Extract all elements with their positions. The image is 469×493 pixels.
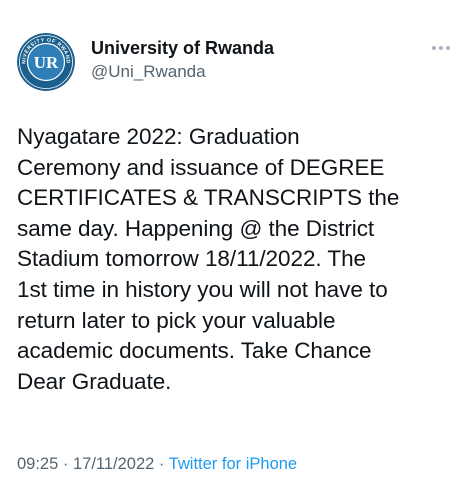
- tweet-line: 1st time in history you will not have to: [17, 276, 388, 302]
- tweet-line: return later to pick your valuable: [17, 307, 336, 333]
- avatar-monogram: UR: [34, 53, 59, 72]
- meta-separator: ·: [154, 455, 169, 473]
- tweet-time[interactable]: 09:25: [17, 455, 58, 473]
- author-handle[interactable]: @Uni_Rwanda: [91, 62, 206, 82]
- tweet-line: Nyagatare 2022: Graduation: [17, 124, 300, 149]
- tweet-line: CERTIFICATES & TRANSCRIPTS the: [17, 185, 400, 211]
- tweet-card: UNIVERSITY OF RWANDA UR University of Rw…: [0, 0, 469, 493]
- tweet-date[interactable]: 17/11/2022: [73, 455, 154, 473]
- tweet-metadata: 09:25 · 17/11/2022 · Twitter for iPhone: [17, 455, 297, 474]
- tweet-line: Ceremony and issuance of DEGREE: [17, 154, 385, 180]
- tweet-text: Nyagatare 2022: Graduation Ceremony and …: [17, 122, 457, 397]
- meta-separator: ·: [58, 455, 73, 473]
- more-horizontal-icon: [432, 46, 450, 50]
- avatar[interactable]: UNIVERSITY OF RWANDA UR: [17, 33, 75, 91]
- author-display-name[interactable]: University of Rwanda: [91, 38, 274, 59]
- tweet-line: Stadium tomorrow 18/11/2022. The: [17, 246, 367, 272]
- university-logo-icon: UNIVERSITY OF RWANDA UR: [17, 33, 75, 91]
- tweet-line: Dear Graduate.: [17, 368, 172, 394]
- tweet-source-link[interactable]: Twitter for iPhone: [169, 455, 297, 473]
- more-options-button[interactable]: [428, 38, 454, 58]
- tweet-line: same day. Happening @ the District: [17, 215, 375, 241]
- tweet-line: academic documents. Take Chance: [17, 338, 372, 364]
